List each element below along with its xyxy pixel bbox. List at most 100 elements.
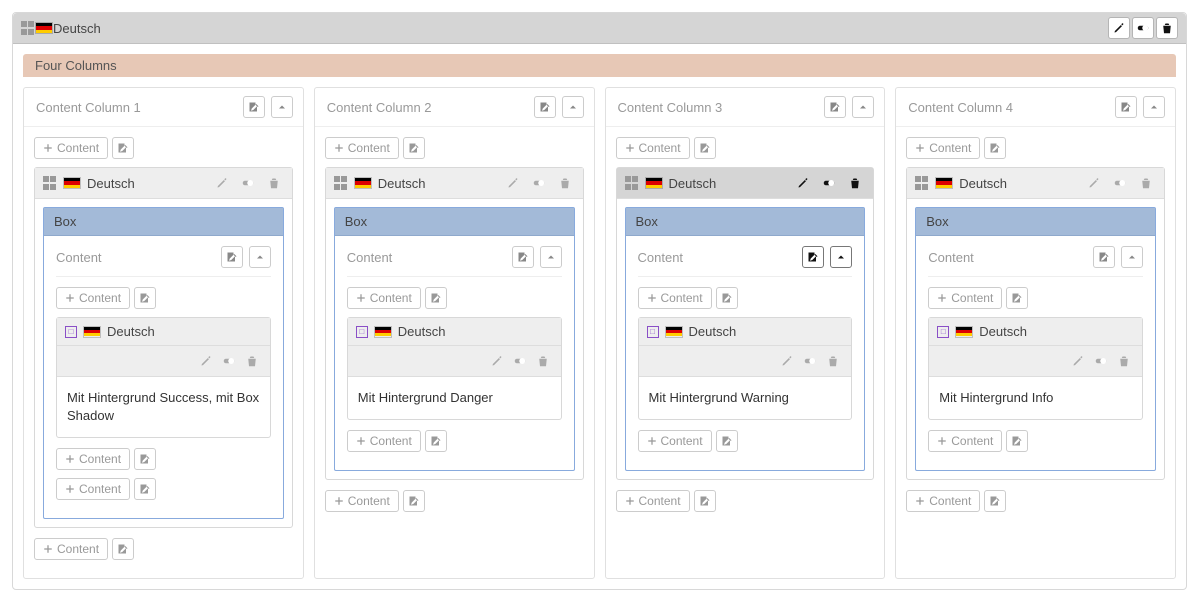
edit-button[interactable] xyxy=(196,352,216,370)
column-2: Content Column 2 Content Deutsch xyxy=(314,87,595,579)
edit-button[interactable] xyxy=(1108,17,1130,39)
box-collapse-button[interactable] xyxy=(830,246,852,268)
add-content-label: Content xyxy=(951,434,993,448)
add-content-label: Content xyxy=(348,494,390,508)
box-doc-button[interactable] xyxy=(1093,246,1115,268)
column-doc-button[interactable] xyxy=(243,96,265,118)
add-content-button[interactable]: Content xyxy=(928,430,1002,452)
add-content-options-button[interactable] xyxy=(112,538,134,560)
add-content-button[interactable]: Content xyxy=(56,448,130,470)
add-content-options-button[interactable] xyxy=(425,430,447,452)
delete-button[interactable] xyxy=(242,352,262,370)
text-block-content: Mit Hintergrund Danger xyxy=(348,377,561,419)
add-content-options-button[interactable] xyxy=(1006,287,1028,309)
column-collapse-button[interactable] xyxy=(562,96,584,118)
column-doc-button[interactable] xyxy=(1115,96,1137,118)
edit-button[interactable] xyxy=(793,174,813,192)
add-content-options-button[interactable] xyxy=(984,137,1006,159)
add-content-options-button[interactable] xyxy=(134,448,156,470)
add-content-options-button[interactable] xyxy=(694,137,716,159)
text-block-tools xyxy=(57,346,270,377)
add-content-button[interactable]: Content xyxy=(616,137,690,159)
toggle-button[interactable] xyxy=(1091,352,1111,370)
column-collapse-button[interactable] xyxy=(271,96,293,118)
box-collapse-button[interactable] xyxy=(1121,246,1143,268)
toggle-button[interactable] xyxy=(510,352,530,370)
text-block: □ Deutsch Mit Hintergrund Success, mit xyxy=(56,317,271,438)
edit-button[interactable] xyxy=(212,174,232,192)
add-content-options-button[interactable] xyxy=(112,137,134,159)
edit-button[interactable] xyxy=(777,352,797,370)
add-content-button[interactable]: Content xyxy=(906,490,980,512)
text-block-header: □ Deutsch xyxy=(639,318,852,346)
lang-card-header: Deutsch xyxy=(617,168,874,199)
add-content-options-button[interactable] xyxy=(984,490,1006,512)
edit-button[interactable] xyxy=(1084,174,1104,192)
column-body: Content Deutsch Box C xyxy=(606,127,885,490)
delete-button[interactable] xyxy=(1114,352,1134,370)
add-content-options-button[interactable] xyxy=(716,430,738,452)
add-content-button[interactable]: Content xyxy=(56,287,130,309)
grid-icon xyxy=(334,176,348,190)
add-content-button[interactable]: Content xyxy=(325,137,399,159)
column-collapse-button[interactable] xyxy=(852,96,874,118)
add-content-button[interactable]: Content xyxy=(906,137,980,159)
toggle-button[interactable] xyxy=(800,352,820,370)
text-block-tools xyxy=(929,346,1142,377)
add-content-options-button[interactable] xyxy=(134,287,156,309)
box-body: Content Content □ Deutsch xyxy=(44,236,283,518)
add-content-button[interactable]: Content xyxy=(347,287,421,309)
column-title: Content Column 4 xyxy=(908,100,1013,115)
delete-button[interactable] xyxy=(264,174,284,192)
delete-button[interactable] xyxy=(555,174,575,192)
add-content-label: Content xyxy=(929,494,971,508)
edit-button[interactable] xyxy=(487,352,507,370)
add-content-button[interactable]: Content xyxy=(56,478,130,500)
section-label: Four Columns xyxy=(23,54,1176,77)
edit-button[interactable] xyxy=(1068,352,1088,370)
lang-card: Deutsch Box Content xyxy=(906,167,1165,480)
add-content-label: Content xyxy=(929,141,971,155)
delete-button[interactable] xyxy=(845,174,865,192)
box-collapse-button[interactable] xyxy=(540,246,562,268)
add-content-button[interactable]: Content xyxy=(638,430,712,452)
delete-button[interactable] xyxy=(823,352,843,370)
toggle-button[interactable] xyxy=(529,174,549,192)
lang-label: Deutsch xyxy=(87,176,135,191)
column-title: Content Column 2 xyxy=(327,100,432,115)
column-doc-button[interactable] xyxy=(824,96,846,118)
add-content-button[interactable]: Content xyxy=(325,490,399,512)
add-content-options-button[interactable] xyxy=(694,490,716,512)
delete-button[interactable] xyxy=(1156,17,1178,39)
toggle-button[interactable] xyxy=(819,174,839,192)
add-content-button[interactable]: Content xyxy=(34,137,108,159)
add-content-label: Content xyxy=(661,291,703,305)
edit-button[interactable] xyxy=(503,174,523,192)
box-doc-button[interactable] xyxy=(512,246,534,268)
add-content-button[interactable]: Content xyxy=(347,430,421,452)
grid-icon xyxy=(625,176,639,190)
column-collapse-button[interactable] xyxy=(1143,96,1165,118)
toggle-button[interactable] xyxy=(219,352,239,370)
add-content-options-button[interactable] xyxy=(134,478,156,500)
column-doc-button[interactable] xyxy=(534,96,556,118)
add-content-button[interactable]: Content xyxy=(616,490,690,512)
add-content-button[interactable]: Content xyxy=(34,538,108,560)
add-content-options-button[interactable] xyxy=(716,287,738,309)
add-content-button[interactable]: Content xyxy=(638,287,712,309)
toggle-button[interactable] xyxy=(1110,174,1130,192)
add-content-options-button[interactable] xyxy=(425,287,447,309)
delete-button[interactable] xyxy=(1136,174,1156,192)
text-block-content: Mit Hintergrund Success, mit Box Shadow xyxy=(57,377,270,437)
add-content-options-button[interactable] xyxy=(403,137,425,159)
toggle-button[interactable] xyxy=(1132,17,1154,39)
add-content-options-button[interactable] xyxy=(403,490,425,512)
toggle-button[interactable] xyxy=(238,174,258,192)
delete-button[interactable] xyxy=(533,352,553,370)
add-content-options-button[interactable] xyxy=(1006,430,1028,452)
add-content-button[interactable]: Content xyxy=(928,287,1002,309)
box-doc-button[interactable] xyxy=(802,246,824,268)
box-collapse-button[interactable] xyxy=(249,246,271,268)
box-doc-button[interactable] xyxy=(221,246,243,268)
flag-germany-icon xyxy=(354,177,372,189)
